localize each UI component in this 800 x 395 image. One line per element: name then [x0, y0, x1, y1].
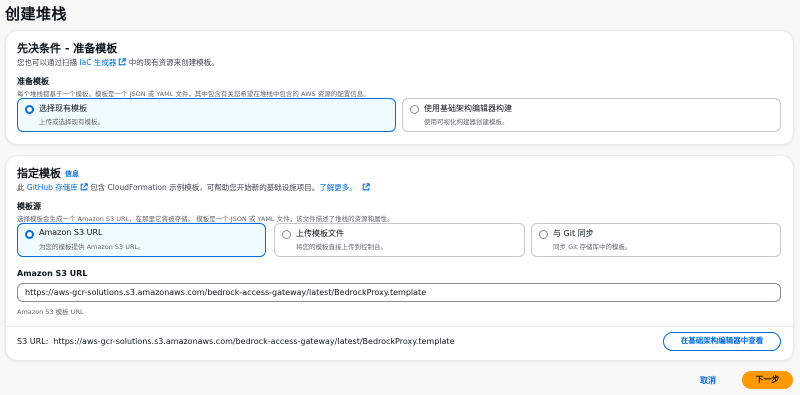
divider — [6, 326, 793, 327]
option-title: 与 Git 同步 — [553, 229, 594, 238]
option-subtitle: 将您的模板直接上传到控制台。 — [296, 243, 387, 251]
prepare-template-description: 每个堆栈都基于一个模板。模板是一个 JSON 或 YAML 文件，其中包含有关您… — [17, 90, 370, 98]
amazon-s3-url-hint: Amazon S3 模板 URL — [17, 308, 84, 316]
page-title: 创建堆栈 — [5, 5, 68, 23]
option-upload-template-file[interactable]: 上传模板文件 将您的模板直接上传到控制台。 — [274, 223, 525, 257]
option-sync-with-git[interactable]: 与 Git 同步 同步 Git 存储库中的模板。 — [531, 223, 781, 257]
view-in-infrastructure-composer-button[interactable]: 在基础架构编辑器中查看 — [663, 332, 781, 351]
option-title: 选择现有模板 — [39, 104, 87, 113]
option-choose-existing-template[interactable]: 选择现有模板 上传或选择现有模板。 — [17, 98, 396, 132]
template-source-description: 选择模板会生成一个 Amazon S3 URL，在那里它将被存储。 模板是一个 … — [17, 215, 394, 223]
option-title: Amazon S3 URL — [39, 228, 103, 237]
prerequisite-description: 您也可以通过扫描 IaC 生成器 中的现有资源来创建模板。 — [17, 57, 219, 68]
specify-template-panel: 指定模板 信息 此 GitHub 存储库 包含 CloudFormation 示例… — [6, 156, 793, 360]
option-build-with-infrastructure-composer[interactable]: 使用基础架构编辑器构建 使用可视化构建器创建模板。 — [402, 98, 781, 132]
github-repo-link[interactable]: GitHub 存储库 — [27, 183, 78, 192]
option-amazon-s3-url[interactable]: Amazon S3 URL 为您的模板提供 Amazon S3 URL。 — [17, 223, 266, 257]
s3-url-summary: S3 URL: https://aws-gcr-solutions.s3.ama… — [17, 337, 454, 346]
template-desc-prefix: 此 — [17, 183, 27, 192]
radio-icon[interactable] — [282, 230, 291, 239]
radio-icon[interactable] — [539, 230, 548, 239]
specify-template-heading: 指定模板 信息 — [17, 165, 79, 181]
option-title: 上传模板文件 — [296, 229, 344, 238]
info-link[interactable]: 信息 — [65, 170, 79, 178]
template-description: 此 GitHub 存储库 包含 CloudFormation 示例模板，可帮助您… — [17, 182, 370, 193]
prerequisite-desc-prefix: 您也可以通过扫描 — [17, 58, 80, 67]
option-subtitle: 同步 Git 存储库中的模板。 — [553, 243, 632, 251]
template-source-label: 模板源 — [17, 202, 41, 211]
s3-url-summary-value: https://aws-gcr-solutions.s3.amazonaws.c… — [53, 337, 455, 346]
s3-url-summary-label: S3 URL: — [17, 337, 49, 346]
prerequisite-heading: 先决条件 - 准备模板 — [17, 42, 118, 55]
amazon-s3-url-label: Amazon S3 URL — [17, 269, 88, 278]
radio-icon[interactable] — [410, 105, 419, 114]
learn-more-link[interactable]: 了解更多。 — [319, 183, 357, 192]
iac-generator-link[interactable]: IaC 生成器 — [79, 58, 116, 67]
template-desc-middle: 包含 CloudFormation 示例模板，可帮助您开始新的基础设施项目。 — [87, 183, 320, 192]
prerequisite-panel: 先决条件 - 准备模板 您也可以通过扫描 IaC 生成器 中的现有资源来创建模板… — [6, 31, 793, 144]
option-subtitle: 上传或选择现有模板。 — [39, 118, 104, 126]
external-link-icon[interactable] — [80, 183, 88, 191]
radio-icon[interactable] — [25, 105, 34, 114]
radio-icon[interactable] — [25, 230, 34, 239]
specify-template-title: 指定模板 — [17, 167, 61, 180]
option-subtitle: 为您的模板提供 Amazon S3 URL。 — [39, 243, 145, 251]
prepare-template-label: 准备模板 — [17, 77, 49, 86]
next-button[interactable]: 下一步 — [742, 371, 793, 389]
cancel-button[interactable]: 取消 — [700, 375, 716, 386]
amazon-s3-url-input[interactable]: https://aws-gcr-solutions.s3.amazonaws.c… — [17, 283, 781, 302]
option-subtitle: 使用可视化构建器创建模板。 — [424, 118, 509, 126]
prerequisite-desc-suffix: 中的现有资源来创建模板。 — [126, 58, 219, 67]
option-title: 使用基础架构编辑器构建 — [424, 104, 512, 113]
external-link-icon[interactable] — [362, 183, 370, 191]
